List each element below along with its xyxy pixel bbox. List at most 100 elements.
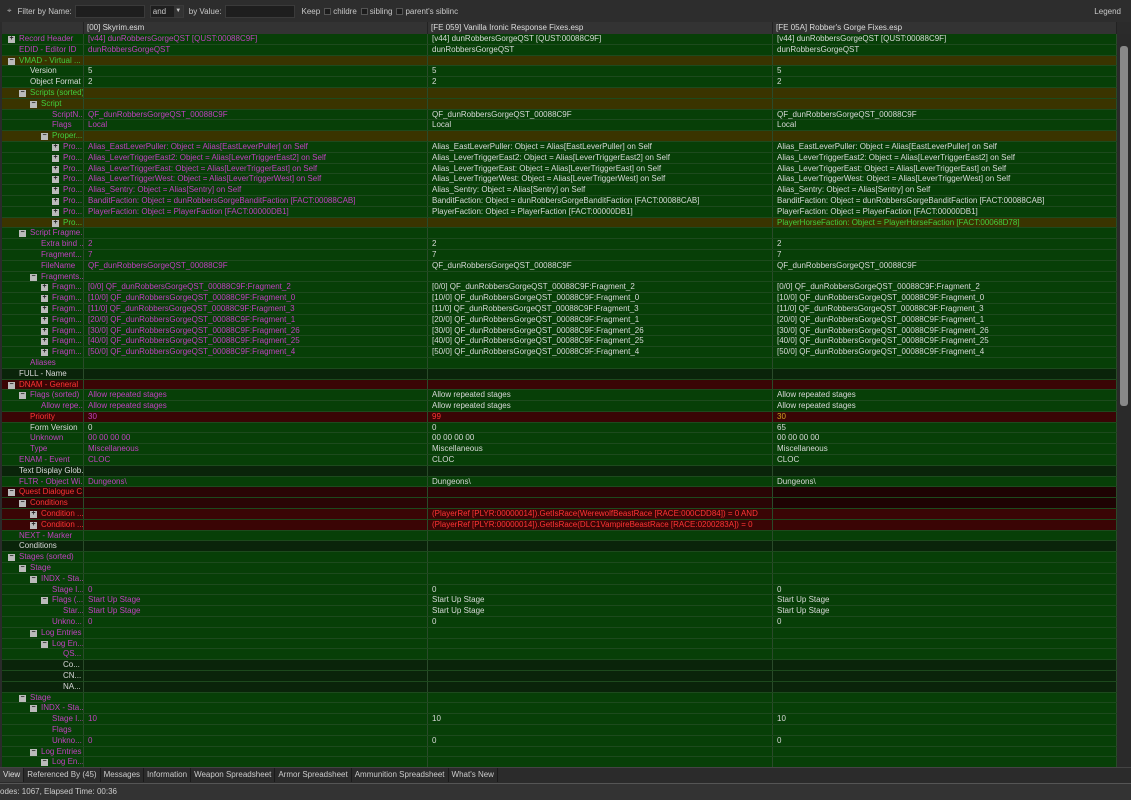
- value-cell[interactable]: [30/0] QF_dunRobbersGorgeQST_00088C9F:Fr…: [84, 325, 428, 336]
- tree-node[interactable]: − Fragments...: [2, 271, 84, 282]
- value-cell[interactable]: 0: [773, 617, 1117, 627]
- value-cell[interactable]: Alias_EastLeverPuller: Object = Alias[Ea…: [428, 141, 773, 152]
- tree-node[interactable]: Unknown: [2, 433, 84, 444]
- column-header-vanilla-ironic[interactable]: [FE 059] Vanilla Ironic Response Fixes.e…: [428, 22, 773, 34]
- value-cell[interactable]: [773, 757, 1117, 767]
- value-cell[interactable]: [84, 131, 428, 141]
- tree-row[interactable]: + Fragm... [11/0] QF_dunRobbersGorgeQST_00…: [2, 303, 1117, 315]
- tree-row[interactable]: Unkno... 0 0 0: [2, 617, 1117, 628]
- value-cell[interactable]: [428, 131, 773, 141]
- tree-row[interactable]: − VMAD - Virtual ...: [2, 55, 1117, 67]
- value-cell[interactable]: 0: [84, 617, 428, 627]
- tree-node[interactable]: Object Format: [2, 77, 84, 87]
- value-cell[interactable]: [428, 703, 773, 714]
- value-cell[interactable]: [84, 681, 428, 692]
- tree-node[interactable]: + Pro...: [2, 163, 84, 174]
- tree-node[interactable]: Flags: [2, 725, 84, 735]
- tree-node[interactable]: Fragment...: [2, 249, 84, 260]
- tree-node[interactable]: CN...: [2, 671, 84, 681]
- value-cell[interactable]: [773, 519, 1117, 530]
- tree-row[interactable]: − Flags (... Start Up Stage Start Up Stage S…: [2, 595, 1117, 607]
- tree-node[interactable]: − INDX - Sta...: [2, 703, 84, 714]
- tree-row[interactable]: + Condition ... (PlayerRef [PLYR:00000014]…: [2, 509, 1117, 520]
- tree-row[interactable]: Object Format 2 2 2: [2, 77, 1117, 88]
- value-cell[interactable]: Start Up Stage: [84, 606, 428, 617]
- tree-row[interactable]: + Pro... Alias_EastLeverPuller: Object = A…: [2, 141, 1117, 153]
- value-cell[interactable]: PlayerFaction: Object = PlayerFaction [F…: [84, 206, 428, 217]
- value-cell[interactable]: [v44] dunRobbersGorgeQST [QUST:00088C9F]: [428, 34, 773, 44]
- value-cell[interactable]: Alias_LeverTriggerEast2: Object = Alias[…: [84, 152, 428, 163]
- tab-what-s-new[interactable]: What's New: [449, 768, 498, 782]
- value-cell[interactable]: 99: [428, 411, 773, 422]
- value-cell[interactable]: CLOC: [84, 455, 428, 465]
- value-cell[interactable]: [428, 757, 773, 767]
- value-cell[interactable]: [428, 725, 773, 735]
- tree-row[interactable]: − Stage: [2, 563, 1117, 574]
- tree-row[interactable]: Unkno... 0 0 0: [2, 735, 1117, 747]
- tree-node[interactable]: + Pro...: [2, 152, 84, 163]
- value-cell[interactable]: [773, 271, 1117, 282]
- tree-node[interactable]: − Stage: [2, 563, 84, 573]
- value-cell[interactable]: [428, 379, 773, 390]
- value-cell[interactable]: [428, 487, 773, 498]
- tree-node[interactable]: Allow repe...: [2, 401, 84, 411]
- value-cell[interactable]: [84, 217, 428, 228]
- collapse-icon[interactable]: −: [8, 553, 15, 562]
- value-cell[interactable]: [84, 509, 428, 519]
- value-cell[interactable]: 0: [428, 735, 773, 746]
- value-cell[interactable]: Start Up Stage: [428, 606, 773, 617]
- value-cell[interactable]: [428, 228, 773, 239]
- tree-node[interactable]: − Stages (sorted): [2, 552, 84, 563]
- tree-row[interactable]: − Script Fragme...: [2, 228, 1117, 240]
- value-cell[interactable]: [84, 465, 428, 476]
- tree-row[interactable]: + Pro... Alias_LeverTriggerEast2: Object =…: [2, 152, 1117, 164]
- value-cell[interactable]: 2: [773, 239, 1117, 249]
- value-cell[interactable]: Miscellaneous: [773, 444, 1117, 455]
- value-cell[interactable]: [30/0] QF_dunRobbersGorgeQST_00088C9F:Fr…: [773, 325, 1117, 336]
- value-cell[interactable]: [20/0] QF_dunRobbersGorgeQST_00088C9F:Fr…: [84, 314, 428, 325]
- tree-row[interactable]: − Log Entries: [2, 746, 1117, 758]
- tree-node[interactable]: NA...: [2, 681, 84, 692]
- value-cell[interactable]: [10/0] QF_dunRobbersGorgeQST_00088C9F:Fr…: [428, 293, 773, 303]
- value-cell[interactable]: [84, 519, 428, 530]
- tree-row[interactable]: CN...: [2, 671, 1117, 682]
- tree-node[interactable]: − Flags (...: [2, 595, 84, 606]
- tree-node[interactable]: − Proper...: [2, 131, 84, 141]
- value-cell[interactable]: (PlayerRef [PLYR:00000014]).GetIsRace(We…: [428, 509, 773, 519]
- value-cell[interactable]: [84, 660, 428, 671]
- value-cell[interactable]: [84, 649, 428, 660]
- tree-node[interactable]: − Stage: [2, 692, 84, 703]
- tree-row[interactable]: Co...: [2, 660, 1117, 672]
- expand-icon[interactable]: +: [41, 294, 48, 303]
- value-cell[interactable]: [428, 98, 773, 109]
- value-cell[interactable]: [84, 757, 428, 767]
- value-cell[interactable]: [773, 131, 1117, 141]
- value-cell[interactable]: 65: [773, 422, 1117, 433]
- tree-node[interactable]: FileName: [2, 260, 84, 271]
- value-cell[interactable]: [773, 660, 1117, 671]
- value-cell[interactable]: [773, 638, 1117, 649]
- tree-node[interactable]: + Fragm...: [2, 293, 84, 303]
- value-cell[interactable]: Start Up Stage: [773, 606, 1117, 617]
- value-cell[interactable]: CLOC: [773, 455, 1117, 465]
- value-cell[interactable]: [84, 368, 428, 379]
- tree-node[interactable]: Unkno...: [2, 617, 84, 627]
- column-header-label[interactable]: [2, 22, 84, 34]
- value-cell[interactable]: Alias_LeverTriggerEast: Object = Alias[L…: [773, 163, 1117, 174]
- value-cell[interactable]: Start Up Stage: [773, 595, 1117, 606]
- value-cell[interactable]: Alias_LeverTriggerEast2: Object = Alias[…: [428, 152, 773, 163]
- value-cell[interactable]: 0: [428, 584, 773, 595]
- tree-node[interactable]: Priority: [2, 411, 84, 422]
- value-cell[interactable]: [84, 746, 428, 757]
- tree-row[interactable]: + Fragm... [30/0] QF_dunRobbersGorgeQST_00…: [2, 325, 1117, 337]
- value-cell[interactable]: [428, 573, 773, 584]
- tree-row[interactable]: Stage I... 10 10 10: [2, 714, 1117, 725]
- value-cell[interactable]: [84, 638, 428, 649]
- value-cell[interactable]: [773, 368, 1117, 379]
- value-cell[interactable]: [773, 573, 1117, 584]
- value-cell[interactable]: [84, 87, 428, 98]
- tree-row[interactable]: + Pro... Alias_LeverTriggerEast: Object = …: [2, 163, 1117, 175]
- value-cell[interactable]: Alias_LeverTriggerEast: Object = Alias[L…: [428, 163, 773, 174]
- value-cell[interactable]: [773, 692, 1117, 703]
- tree-row[interactable]: + Fragm... [50/0] QF_dunRobbersGorgeQST_00…: [2, 347, 1117, 358]
